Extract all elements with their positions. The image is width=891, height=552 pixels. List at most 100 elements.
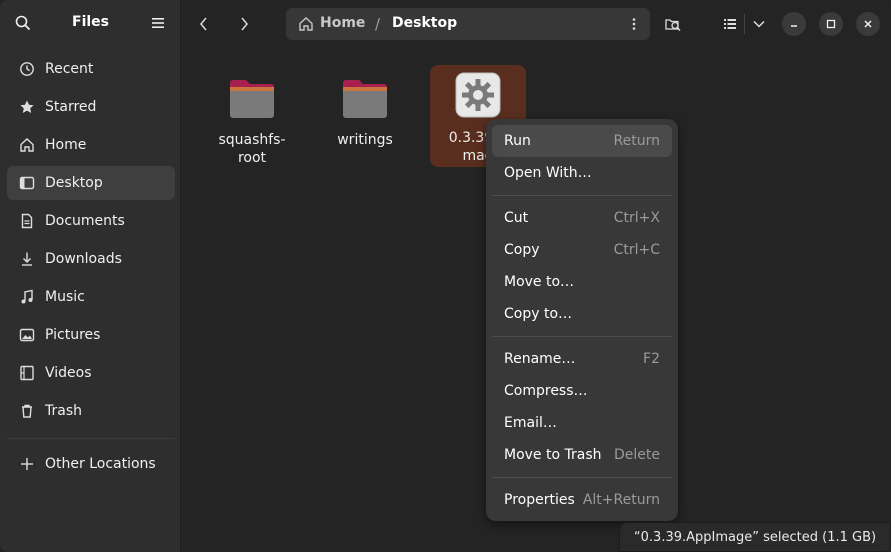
- folder-icon: [317, 69, 413, 129]
- sidebar-item-label: Downloads: [45, 251, 122, 267]
- menu-item-open-with[interactable]: Open With…: [492, 157, 672, 189]
- sidebar-item-downloads[interactable]: Downloads: [7, 242, 175, 276]
- breadcrumb-current[interactable]: Desktop: [392, 15, 457, 31]
- menu-item-accel: Alt+Return: [582, 492, 660, 508]
- sidebar-item-label: Music: [45, 289, 85, 305]
- sidebar-divider: [7, 438, 175, 439]
- minimize-button[interactable]: [782, 12, 806, 36]
- menu-item-rename[interactable]: Rename… F2: [492, 343, 672, 375]
- sidebar-item-label: Starred: [45, 99, 97, 115]
- sidebar-item-label: Videos: [45, 365, 92, 381]
- search-folder-icon: [665, 19, 681, 32]
- close-button[interactable]: [856, 12, 880, 36]
- sidebar: Files Recent Starred Home Desktop Docume…: [0, 0, 181, 552]
- menu-item-copy-to[interactable]: Copy to…: [492, 298, 672, 330]
- sidebar-item-other-locations[interactable]: Other Locations: [7, 447, 175, 481]
- sidebar-item-pictures[interactable]: Pictures: [7, 318, 175, 352]
- search-files-button[interactable]: [659, 10, 687, 38]
- document-icon: [18, 213, 35, 230]
- chevron-right-icon: [241, 17, 248, 31]
- menu-item-move-to-trash[interactable]: Move to Trash Delete: [492, 439, 672, 471]
- hamburger-menu-icon[interactable]: [150, 15, 166, 31]
- menu-separator: [492, 195, 672, 196]
- list-view-button[interactable]: [716, 10, 744, 38]
- sidebar-item-desktop[interactable]: Desktop: [7, 166, 175, 200]
- menu-item-move-to[interactable]: Move to…: [492, 266, 672, 298]
- list-view-icon: [724, 19, 736, 29]
- file-item-folder[interactable]: writings: [317, 69, 413, 149]
- menu-item-run[interactable]: Run Return: [492, 125, 672, 157]
- forward-button[interactable]: [228, 9, 260, 39]
- menu-item-label: Copy to…: [504, 306, 573, 322]
- sidebar-item-label: Pictures: [45, 327, 101, 343]
- close-icon: [864, 20, 872, 28]
- breadcrumb-separator: /: [375, 15, 381, 33]
- menu-item-label: Email…: [504, 415, 557, 431]
- menu-item-label: Run: [504, 133, 531, 149]
- sidebar-item-starred[interactable]: Starred: [7, 90, 175, 124]
- menu-item-copy[interactable]: Copy Ctrl+C: [492, 234, 672, 266]
- sidebar-item-label: Other Locations: [45, 456, 156, 472]
- home-icon: [18, 137, 35, 154]
- menu-item-accel: Return: [613, 133, 660, 149]
- more-options-icon[interactable]: [626, 16, 642, 32]
- sidebar-item-music[interactable]: Music: [7, 280, 175, 314]
- desktop-icon: [18, 175, 35, 192]
- sidebar-item-trash[interactable]: Trash: [7, 394, 175, 428]
- menu-item-accel: Delete: [614, 447, 660, 463]
- star-icon: [18, 99, 35, 116]
- sidebar-item-home[interactable]: Home: [7, 128, 175, 162]
- menu-item-properties[interactable]: Properties Alt+Return: [492, 484, 672, 516]
- download-icon: [18, 251, 35, 268]
- sidebar-item-label: Desktop: [45, 175, 103, 191]
- sidebar-item-videos[interactable]: Videos: [7, 356, 175, 390]
- chevron-down-icon: [752, 20, 765, 28]
- sidebar-item-label: Recent: [45, 61, 94, 77]
- clock-icon: [18, 61, 35, 78]
- picture-icon: [18, 327, 35, 344]
- trash-icon: [18, 403, 35, 420]
- music-icon: [18, 289, 35, 306]
- sidebar-places: Recent Starred Home Desktop Documents Do…: [7, 52, 175, 432]
- view-switcher: [716, 10, 772, 38]
- sidebar-item-label: Trash: [45, 403, 82, 419]
- sidebar-header: Files: [0, 0, 181, 47]
- file-item-folder[interactable]: squashfs- root: [204, 69, 300, 167]
- maximize-icon: [826, 19, 836, 29]
- menu-item-email[interactable]: Email…: [492, 407, 672, 439]
- gear-icon: [430, 65, 526, 125]
- breadcrumb-home[interactable]: Home: [320, 15, 365, 31]
- file-name: squashfs- root: [204, 131, 300, 167]
- sidebar-item-recent[interactable]: Recent: [7, 52, 175, 86]
- menu-item-cut[interactable]: Cut Ctrl+X: [492, 202, 672, 234]
- menu-item-accel: Ctrl+X: [613, 210, 660, 226]
- file-name-line: root: [237, 150, 267, 166]
- sidebar-item-label: Documents: [45, 213, 125, 229]
- chevron-left-icon: [200, 17, 207, 31]
- menu-item-accel: Ctrl+C: [613, 242, 660, 258]
- home-icon: [298, 16, 314, 32]
- sidebar-item-documents[interactable]: Documents: [7, 204, 175, 238]
- view-options-button[interactable]: [745, 10, 772, 38]
- context-menu: Run Return Open With… Cut Ctrl+X Copy Ct…: [486, 119, 678, 521]
- back-button[interactable]: [188, 9, 220, 39]
- path-bar[interactable]: Home / Desktop: [286, 8, 650, 40]
- maximize-button[interactable]: [819, 12, 843, 36]
- menu-item-label: Move to…: [504, 274, 575, 290]
- menu-item-label: Copy: [504, 242, 540, 258]
- minimize-icon: [791, 25, 797, 27]
- file-name: writings: [317, 131, 413, 149]
- sidebar-item-label: Home: [45, 137, 87, 153]
- menu-separator: [492, 477, 672, 478]
- files-window: Files Recent Starred Home Desktop Docume…: [0, 0, 891, 552]
- menu-item-compress[interactable]: Compress…: [492, 375, 672, 407]
- menu-item-label: Open With…: [504, 165, 592, 181]
- menu-separator: [492, 336, 672, 337]
- menu-item-label: Rename…: [504, 351, 576, 367]
- menu-item-label: Compress…: [504, 383, 588, 399]
- file-name-line: writings: [337, 132, 393, 148]
- status-bar: “0.3.39.AppImage” selected (1.1 GB): [619, 522, 891, 552]
- plus-icon: [18, 456, 35, 473]
- file-name-line: squashfs-: [218, 132, 286, 148]
- menu-item-accel: F2: [643, 351, 660, 367]
